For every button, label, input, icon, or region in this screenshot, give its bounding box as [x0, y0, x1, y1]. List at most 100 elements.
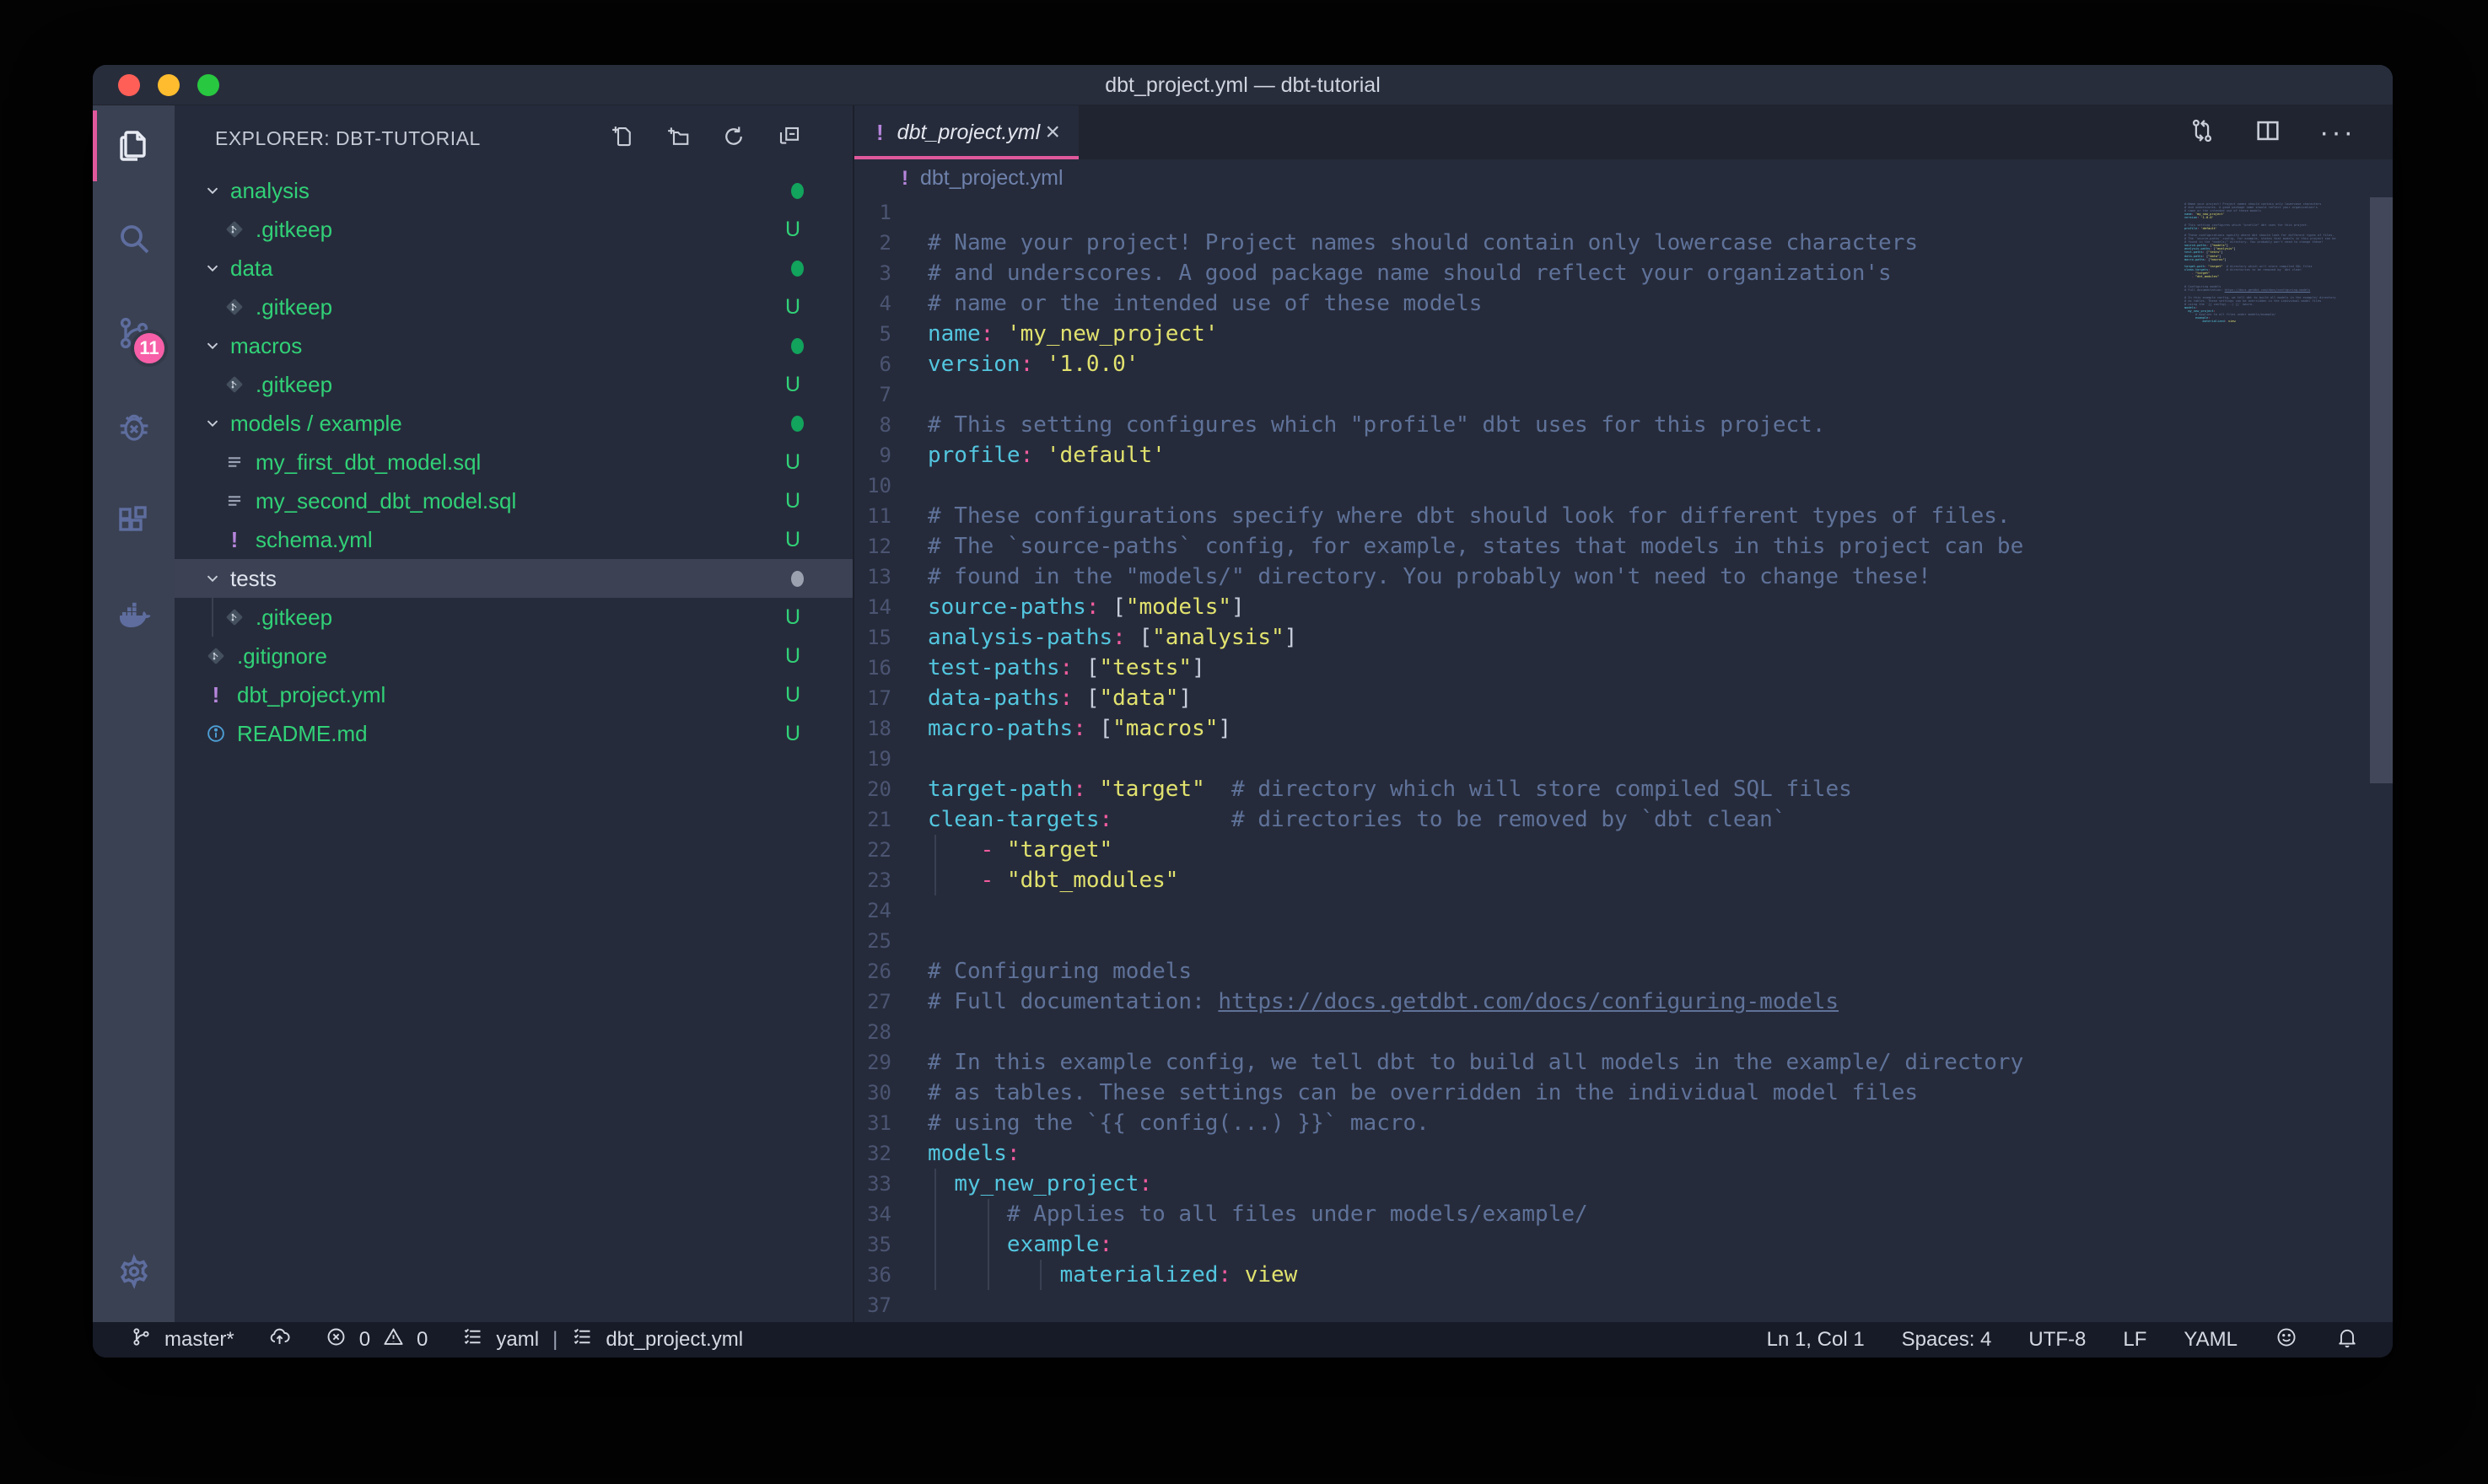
code-line[interactable]: 31# using the `{{ config(...) }}` macro.: [854, 1108, 2173, 1138]
code-line[interactable]: 25: [854, 926, 2173, 956]
git-file-icon: [223, 374, 245, 395]
eol-sequence[interactable]: LF: [2123, 1328, 2146, 1352]
tree-item--gitkeep[interactable]: .gitkeepU: [175, 210, 853, 249]
code-line[interactable]: 5name: 'my_new_project': [854, 319, 2173, 349]
indentation[interactable]: Spaces: 4: [1902, 1328, 1992, 1352]
activity-search[interactable]: [93, 200, 175, 281]
code-line[interactable]: 20target-path: "target" # directory whic…: [854, 774, 2173, 804]
indent-guide: [934, 1229, 936, 1260]
tree-item--gitignore[interactable]: .gitignoreU: [175, 637, 853, 675]
cursor-position[interactable]: Ln 1, Col 1: [1767, 1328, 1865, 1352]
tab-dbt-project-yml[interactable]: ! dbt_project.yml ×: [854, 105, 1079, 159]
code-line[interactable]: 29# In this example config, we tell dbt …: [854, 1047, 2173, 1078]
tree-item--gitkeep[interactable]: .gitkeepU: [175, 288, 853, 326]
chevron-down-icon: [203, 569, 222, 588]
activity-docker[interactable]: [93, 578, 175, 659]
code-line[interactable]: 12# The `source-paths` config, for examp…: [854, 531, 2173, 562]
indent-guide: [934, 1169, 936, 1199]
code-line[interactable]: 28: [854, 1017, 2173, 1047]
more-actions-icon[interactable]: ···: [2319, 116, 2356, 149]
refresh-icon[interactable]: [721, 124, 746, 153]
tree-item-tests[interactable]: tests: [175, 559, 853, 598]
tree-item-label: .gitkeep: [256, 605, 332, 631]
code-line[interactable]: 37: [854, 1290, 2173, 1320]
git-untracked-badge: U: [780, 683, 805, 707]
code-line[interactable]: 17data-paths: ["data"]: [854, 683, 2173, 713]
language-mode[interactable]: YAML: [2184, 1328, 2238, 1352]
code-line[interactable]: 13# found in the "models/" directory. Yo…: [854, 562, 2173, 592]
tree-item-macros[interactable]: macros: [175, 326, 853, 365]
publish-status[interactable]: [268, 1325, 291, 1354]
linter-status[interactable]: yaml | dbt_project.yml: [461, 1325, 743, 1354]
activity-source-control[interactable]: 11: [93, 294, 175, 375]
code-line[interactable]: 15analysis-paths: ["analysis"]: [854, 622, 2173, 653]
tree-item-models-example[interactable]: models / example: [175, 404, 853, 443]
branch-status[interactable]: master*: [130, 1325, 234, 1354]
tree-item-schema-yml[interactable]: !schema.ymlU: [175, 520, 853, 559]
code-line[interactable]: 33 my_new_project:: [854, 1169, 2173, 1199]
code-line[interactable]: 10: [854, 470, 2173, 501]
code-line[interactable]: 6version: '1.0.0': [854, 349, 2173, 379]
code-line[interactable]: 8# This setting configures which "profil…: [854, 410, 2173, 440]
code-line[interactable]: 36 materialized: view: [854, 1260, 2173, 1290]
code-line[interactable]: 34 # Applies to all files under models/e…: [854, 1199, 2173, 1229]
tree-item-label: README.md: [237, 721, 368, 747]
activity-settings[interactable]: [93, 1233, 175, 1314]
code-line[interactable]: 32models:: [854, 1138, 2173, 1169]
tree-item-label: .gitkeep: [256, 372, 332, 398]
chevron-down-icon: [203, 414, 222, 433]
new-file-icon[interactable]: [610, 124, 635, 153]
line-number: 14: [854, 595, 891, 619]
tree-item--gitkeep[interactable]: .gitkeepU: [175, 365, 853, 404]
activity-extensions[interactable]: [93, 483, 175, 564]
new-folder-icon[interactable]: [665, 124, 691, 153]
activity-debug[interactable]: [93, 389, 175, 470]
editor-scrollbar-thumb[interactable]: [2370, 197, 2393, 783]
code-line[interactable]: 1: [854, 197, 2173, 228]
line-content: clean-targets: # directories to be remov…: [928, 804, 1786, 835]
tab-close-icon[interactable]: ×: [1042, 118, 1064, 147]
code-line[interactable]: 14source-paths: ["models"]: [854, 592, 2173, 622]
files-icon: [114, 124, 154, 169]
code-editor[interactable]: 12# Name your project! Project names sho…: [854, 197, 2393, 1322]
split-editor-icon[interactable]: [2254, 116, 2282, 149]
tree-item-my-second-dbt-model-sql[interactable]: my_second_dbt_model.sqlU: [175, 481, 853, 520]
tree-item--gitkeep[interactable]: .gitkeepU: [175, 598, 853, 637]
code-line[interactable]: 3# and underscores. A good package name …: [854, 258, 2173, 288]
code-line[interactable]: 4# name or the intended use of these mod…: [854, 288, 2173, 319]
notifications-bell-icon[interactable]: [2335, 1325, 2359, 1355]
code-lines: 12# Name your project! Project names sho…: [854, 197, 2173, 1320]
code-line[interactable]: 35 example:: [854, 1229, 2173, 1260]
code-line[interactable]: 7: [854, 379, 2173, 410]
minimap[interactable]: # Name your project! Project names shoul…: [2184, 199, 2370, 326]
tree-item-dbt-project-yml[interactable]: !dbt_project.ymlU: [175, 675, 853, 714]
code-line[interactable]: 9profile: 'default': [854, 440, 2173, 470]
line-number: 9: [854, 444, 891, 467]
code-line[interactable]: 19: [854, 744, 2173, 774]
code-line[interactable]: 21clean-targets: # directories to be rem…: [854, 804, 2173, 835]
tree-item-analysis[interactable]: analysis: [175, 171, 853, 210]
tree-item-my-first-dbt-model-sql[interactable]: my_first_dbt_model.sqlU: [175, 443, 853, 481]
code-line[interactable]: 26# Configuring models: [854, 956, 2173, 987]
code-line[interactable]: 23 - "dbt_modules": [854, 865, 2173, 895]
code-line[interactable]: 22 - "target": [854, 835, 2173, 865]
encoding[interactable]: UTF-8: [2028, 1328, 2086, 1352]
tree-item-readme-md[interactable]: README.mdU: [175, 714, 853, 753]
open-changes-icon[interactable]: [2188, 116, 2216, 149]
code-line[interactable]: 18macro-paths: ["macros"]: [854, 713, 2173, 744]
problems-status[interactable]: 0 0: [325, 1325, 428, 1354]
code-line[interactable]: 16test-paths: ["tests"]: [854, 653, 2173, 683]
tree-item-label: data: [230, 255, 273, 282]
code-line[interactable]: 27# Full documentation: https://docs.get…: [854, 987, 2173, 1017]
line-number: 6: [854, 352, 891, 376]
collapse-all-icon[interactable]: [777, 124, 802, 153]
feedback-smiley-icon[interactable]: [2275, 1325, 2298, 1355]
activity-explorer[interactable]: [93, 105, 175, 186]
code-line[interactable]: 11# These configurations specify where d…: [854, 501, 2173, 531]
code-line[interactable]: 30# as tables. These settings can be ove…: [854, 1078, 2173, 1108]
code-line[interactable]: 2# Name your project! Project names shou…: [854, 228, 2173, 258]
breadcrumb[interactable]: ! dbt_project.yml: [854, 159, 2393, 197]
warning-count: 0: [417, 1328, 428, 1352]
code-line[interactable]: 24: [854, 895, 2173, 926]
tree-item-data[interactable]: data: [175, 249, 853, 288]
